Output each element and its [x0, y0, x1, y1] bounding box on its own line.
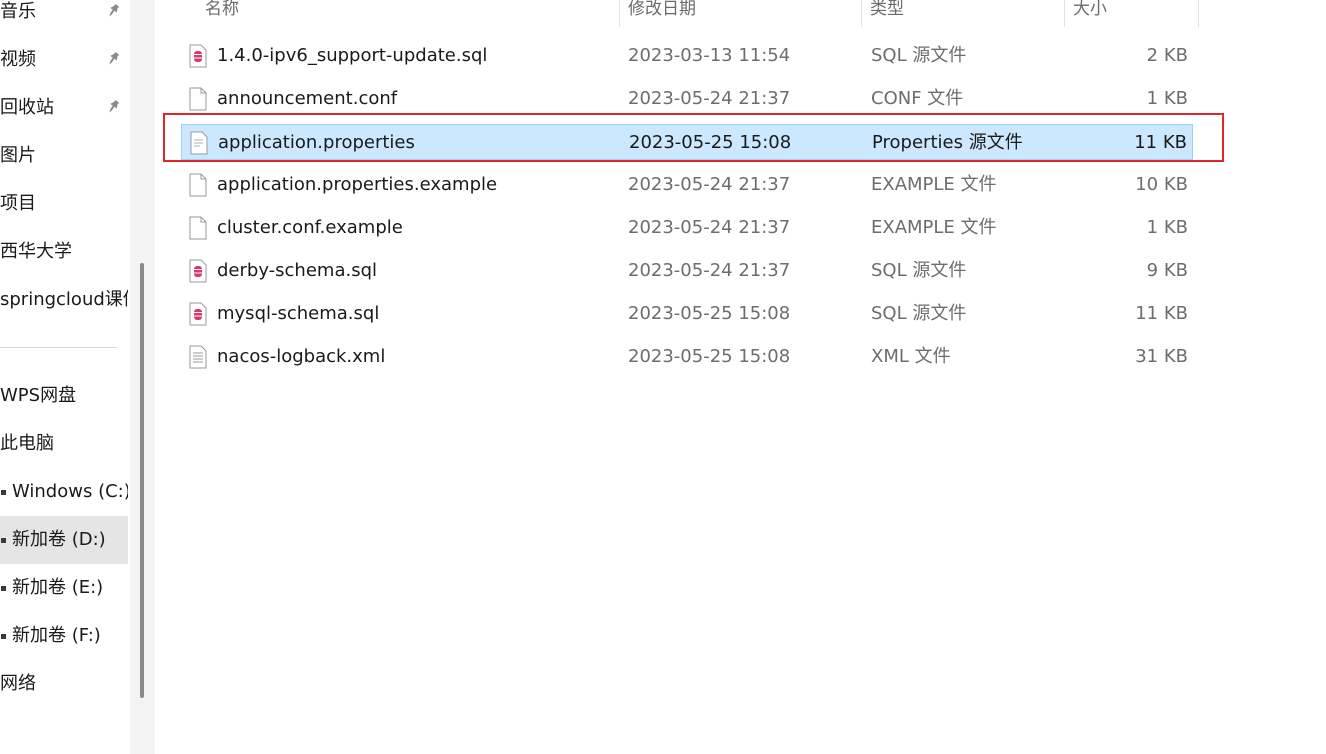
file-type: SQL 源文件	[871, 45, 967, 66]
file-name: nacos-logback.xml	[217, 346, 386, 367]
file-row[interactable]: nacos-logback.xml 2023-05-25 15:08 XML 文…	[181, 339, 1193, 375]
file-size: 2 KB	[1146, 45, 1188, 66]
nav-item-this-pc[interactable]: 此电脑	[0, 424, 128, 464]
xml-file-icon	[189, 345, 207, 369]
column-divider[interactable]	[619, 0, 620, 27]
file-name: 1.4.0-ipv6_support-update.sql	[217, 45, 488, 66]
nav-item-label: 项目	[0, 193, 36, 214]
file-size: 1 KB	[1146, 217, 1188, 238]
pin-icon[interactable]	[104, 2, 122, 20]
nav-item-drive-f[interactable]: 新加卷 (F:)	[0, 616, 128, 656]
nav-item-label: 新加卷 (D:)	[12, 529, 106, 550]
pin-icon[interactable]	[104, 50, 122, 68]
nav-scrollbar-thumb[interactable]	[140, 263, 144, 698]
file-type: EXAMPLE 文件	[871, 174, 997, 195]
nav-item-label: 图片	[0, 145, 36, 166]
file-type: CONF 文件	[871, 88, 964, 109]
blank-file-icon	[189, 87, 207, 111]
column-header-type[interactable]: 类型	[870, 0, 904, 26]
file-size: 31 KB	[1135, 346, 1188, 367]
sql-file-icon	[189, 302, 207, 326]
column-header-size[interactable]: 大小	[1073, 0, 1107, 26]
file-row[interactable]: mysql-schema.sql 2023-05-25 15:08 SQL 源文…	[181, 296, 1193, 332]
nav-separator	[0, 347, 117, 348]
navigation-pane: 音乐 视频 回收站 图片 项目 西华大学 springcloud课件 WPS网盘…	[0, 0, 130, 754]
file-date: 2023-05-25 15:08	[628, 303, 791, 324]
column-divider[interactable]	[861, 0, 862, 27]
nav-item-drive-d[interactable]: 新加卷 (D:)	[0, 516, 128, 564]
file-date: 2023-05-24 21:37	[628, 260, 791, 281]
file-name: announcement.conf	[217, 88, 398, 109]
drive-icon	[1, 634, 6, 639]
file-size: 9 KB	[1146, 260, 1188, 281]
file-size: 1 KB	[1146, 88, 1188, 109]
nav-item-springcloud[interactable]: springcloud课件	[0, 280, 128, 320]
nav-item-label: WPS网盘	[0, 385, 77, 406]
column-divider[interactable]	[1198, 0, 1199, 27]
nav-item-network[interactable]: 网络	[0, 664, 128, 704]
nav-item-recycle-bin[interactable]: 回收站	[0, 88, 128, 128]
nav-item-label: 新加卷 (E:)	[12, 577, 104, 598]
nav-item-xihua-university[interactable]: 西华大学	[0, 232, 128, 272]
nav-item-music[interactable]: 音乐	[0, 0, 128, 32]
file-name: derby-schema.sql	[217, 260, 378, 281]
file-date: 2023-05-24 21:37	[628, 217, 791, 238]
file-row[interactable]: announcement.conf 2023-05-24 21:37 CONF …	[181, 81, 1193, 117]
file-type: XML 文件	[871, 346, 951, 367]
drive-icon	[1, 538, 6, 543]
nav-item-videos[interactable]: 视频	[0, 40, 128, 80]
file-size: 10 KB	[1135, 174, 1188, 195]
nav-item-projects[interactable]: 项目	[0, 184, 128, 224]
nav-item-drive-e[interactable]: 新加卷 (E:)	[0, 568, 128, 608]
file-date: 2023-03-13 11:54	[628, 45, 791, 66]
file-date: 2023-05-24 21:37	[628, 174, 791, 195]
file-date: 2023-05-25 15:08	[628, 346, 791, 367]
file-date: 2023-05-24 21:37	[628, 88, 791, 109]
file-name: cluster.conf.example	[217, 217, 403, 238]
file-row[interactable]: application.properties.example 2023-05-2…	[181, 167, 1193, 203]
file-type: SQL 源文件	[871, 260, 967, 281]
pin-icon[interactable]	[104, 98, 122, 116]
sql-file-icon	[189, 44, 207, 68]
file-type: SQL 源文件	[871, 303, 967, 324]
column-header-name[interactable]: 名称	[205, 0, 239, 26]
file-row[interactable]: 1.4.0-ipv6_support-update.sql 2023-03-13…	[181, 38, 1193, 74]
file-name: application.properties.example	[217, 174, 498, 195]
drive-icon	[1, 586, 6, 591]
nav-item-label: 视频	[0, 49, 36, 70]
nav-item-label: 网络	[0, 673, 36, 694]
nav-item-label: springcloud课件	[0, 289, 128, 310]
nav-item-pictures[interactable]: 图片	[0, 136, 128, 176]
nav-item-label: Windows (C:)	[12, 481, 128, 502]
blank-file-icon	[189, 216, 207, 240]
column-header-date[interactable]: 修改日期	[628, 0, 696, 26]
nav-item-label: 此电脑	[0, 433, 54, 454]
file-name: mysql-schema.sql	[217, 303, 380, 324]
column-divider[interactable]	[1064, 0, 1065, 27]
highlight-annotation-box	[163, 113, 1224, 162]
blank-file-icon	[189, 173, 207, 197]
nav-item-wps-cloud[interactable]: WPS网盘	[0, 376, 128, 416]
file-row[interactable]: cluster.conf.example 2023-05-24 21:37 EX…	[181, 210, 1193, 246]
file-size: 11 KB	[1135, 303, 1188, 324]
nav-item-label: 西华大学	[0, 241, 72, 262]
nav-item-label: 回收站	[0, 97, 54, 118]
file-type: EXAMPLE 文件	[871, 217, 997, 238]
nav-item-label: 音乐	[0, 1, 36, 22]
nav-item-label: 新加卷 (F:)	[12, 625, 101, 646]
drive-icon	[1, 490, 6, 495]
sql-file-icon	[189, 259, 207, 283]
file-row[interactable]: derby-schema.sql 2023-05-24 21:37 SQL 源文…	[181, 253, 1193, 289]
nav-item-drive-c[interactable]: Windows (C:)	[0, 472, 128, 512]
